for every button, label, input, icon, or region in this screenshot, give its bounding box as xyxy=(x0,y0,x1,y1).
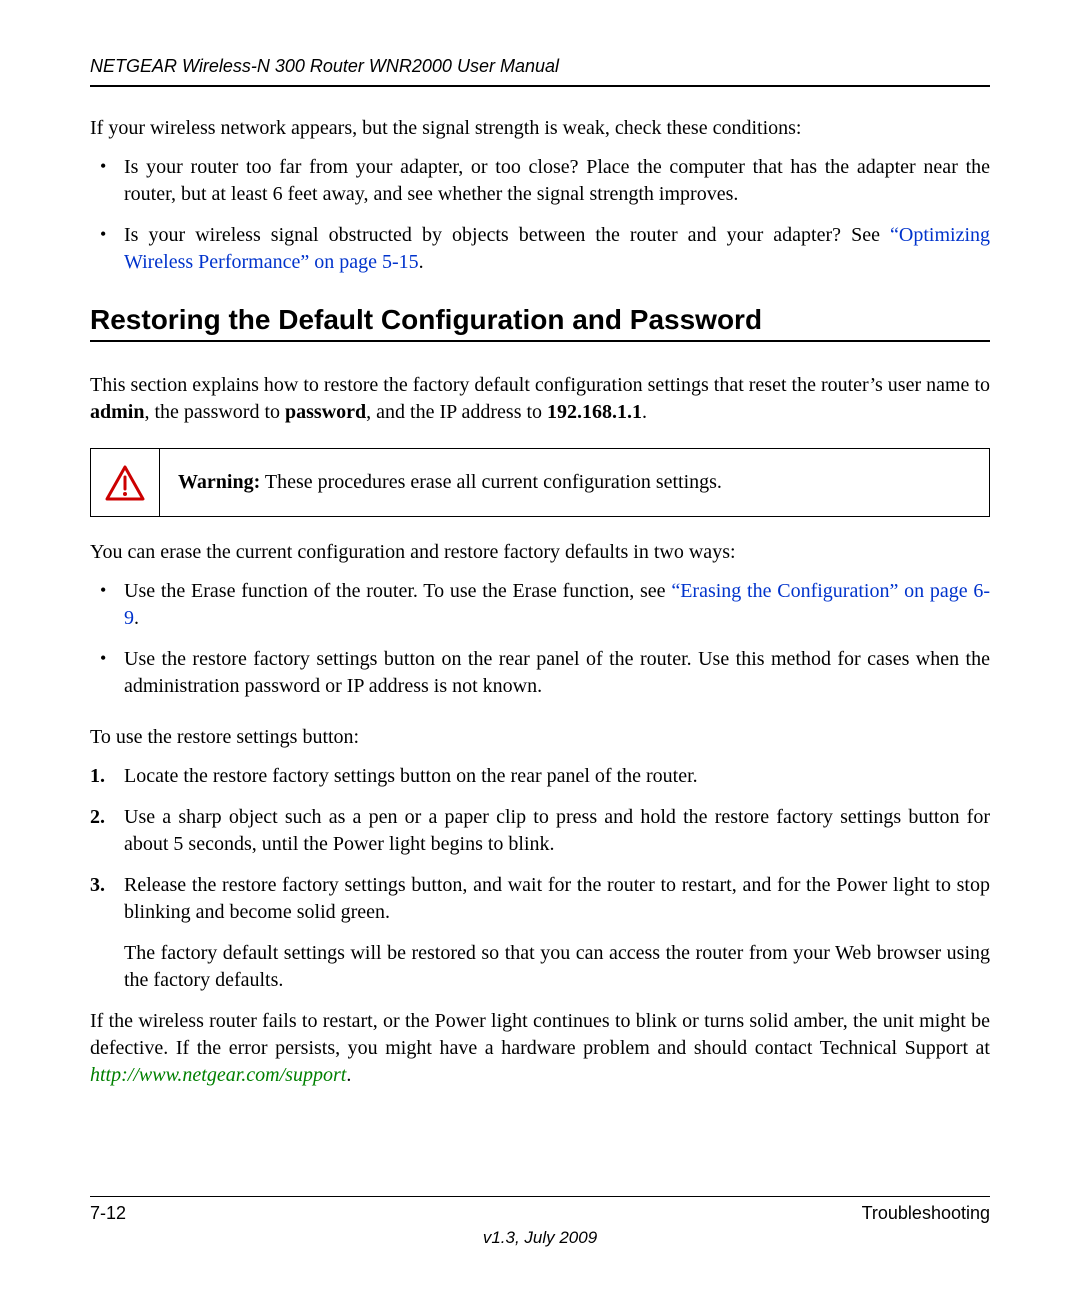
page-header: NETGEAR Wireless-N 300 Router WNR2000 Us… xyxy=(90,56,990,87)
list-item: Use the Erase function of the router. To… xyxy=(90,578,990,632)
steps-list: Locate the restore factory settings butt… xyxy=(90,763,990,994)
steps-intro: To use the restore settings button: xyxy=(90,724,990,751)
list-text: . xyxy=(419,251,424,273)
warning-text: Warning: These procedures erase all curr… xyxy=(160,449,989,516)
section-heading: Restoring the Default Configuration and … xyxy=(90,304,990,342)
footer-row: 7-12 Troubleshooting xyxy=(90,1196,990,1224)
list-text: Use the restore factory settings button … xyxy=(124,648,990,697)
step-text: Use a sharp object such as a pen or a pa… xyxy=(124,806,990,855)
page-number: 7-12 xyxy=(90,1203,126,1224)
support-url-link[interactable]: http://www.netgear.com/support xyxy=(90,1064,346,1086)
page-footer: 7-12 Troubleshooting v1.3, July 2009 xyxy=(90,1196,990,1248)
version-info: v1.3, July 2009 xyxy=(90,1228,990,1248)
warning-icon-cell xyxy=(91,449,160,516)
text-run: This section explains how to restore the… xyxy=(90,374,990,396)
list-item: Is your wireless signal obstructed by ob… xyxy=(90,222,990,276)
restore-intro-paragraph: This section explains how to restore the… xyxy=(90,372,990,426)
warning-box: Warning: These procedures erase all curr… xyxy=(90,448,990,517)
step-follow-text: The factory default settings will be res… xyxy=(124,940,990,994)
list-text: Use the Erase function of the router. To… xyxy=(124,580,671,602)
list-text: . xyxy=(134,607,139,629)
ways-list: Use the Erase function of the router. To… xyxy=(90,578,990,700)
list-item: Is your router too far from your adapter… xyxy=(90,154,990,208)
text-run: . xyxy=(346,1064,351,1086)
list-text: Is your wireless signal obstructed by ob… xyxy=(124,224,890,246)
text-run: , and the IP address to xyxy=(366,401,547,423)
intro-paragraph: If your wireless network appears, but th… xyxy=(90,115,990,142)
warning-body: These procedures erase all current confi… xyxy=(260,471,722,493)
text-run: If the wireless router fails to restart,… xyxy=(90,1010,990,1059)
bold-text: 192.168.1.1 xyxy=(547,401,642,423)
closing-paragraph: If the wireless router fails to restart,… xyxy=(90,1008,990,1089)
document-page: NETGEAR Wireless-N 300 Router WNR2000 Us… xyxy=(0,0,1080,1296)
list-item: Use the restore factory settings button … xyxy=(90,646,990,700)
ways-intro: You can erase the current configuration … xyxy=(90,539,990,566)
condition-list: Is your router too far from your adapter… xyxy=(90,154,990,276)
warning-icon xyxy=(105,465,145,501)
step-item: Use a sharp object such as a pen or a pa… xyxy=(90,804,990,858)
manual-title: NETGEAR Wireless-N 300 Router WNR2000 Us… xyxy=(90,56,559,76)
step-item: Release the restore factory settings but… xyxy=(90,872,990,994)
bold-text: password xyxy=(285,401,366,423)
text-run: , the password to xyxy=(144,401,285,423)
step-text: Release the restore factory settings but… xyxy=(124,874,990,923)
chapter-name: Troubleshooting xyxy=(862,1203,990,1224)
step-item: Locate the restore factory settings butt… xyxy=(90,763,990,790)
list-text: Is your router too far from your adapter… xyxy=(124,156,990,205)
step-text: Locate the restore factory settings butt… xyxy=(124,765,698,787)
bold-text: admin xyxy=(90,401,144,423)
text-run: . xyxy=(642,401,647,423)
warning-label: Warning: xyxy=(178,471,260,493)
